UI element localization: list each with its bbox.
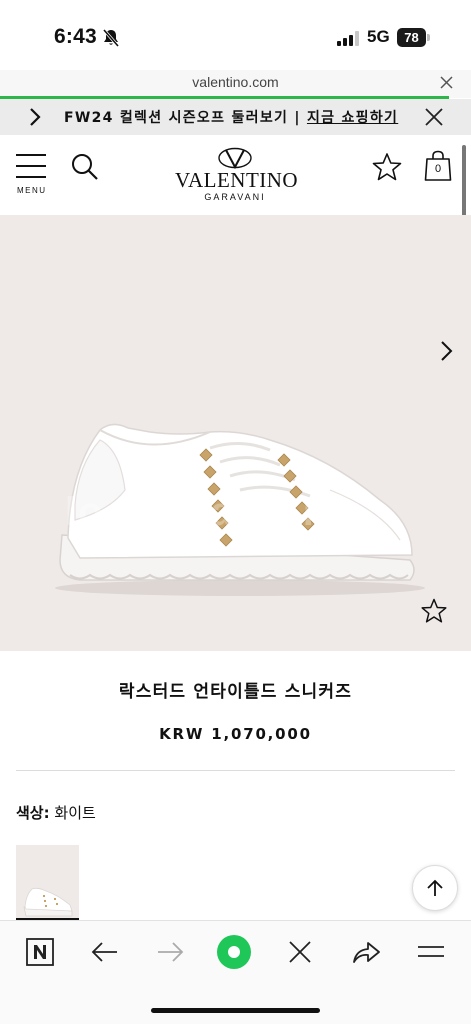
network-label: 5G: [367, 27, 390, 46]
status-time: 6:43: [54, 25, 97, 48]
menu-label: MENU: [17, 186, 47, 195]
color-swatch-white[interactable]: [16, 845, 79, 920]
color-row: 색상: 화이트: [16, 802, 96, 823]
record-icon[interactable]: [216, 934, 252, 970]
divider: [16, 770, 455, 771]
star-icon[interactable]: [421, 598, 447, 624]
menu-button[interactable]: MENU: [16, 152, 48, 198]
hamburger-icon[interactable]: [413, 934, 449, 970]
logo-main: VALENTINO: [175, 168, 299, 192]
chevron-right-icon[interactable]: [28, 107, 42, 127]
back-arrow-icon[interactable]: [87, 934, 123, 970]
battery-icon: 78: [397, 28, 431, 47]
promo-text: FW24 컬렉션 시즌오프 둘러보기 | 지금 쇼핑하기: [64, 107, 398, 127]
promo-shop-link[interactable]: 지금 쇼핑하기: [307, 110, 398, 126]
home-indicator[interactable]: [151, 1008, 320, 1013]
url-text[interactable]: valentino.com: [0, 74, 471, 90]
menu-icon-bar: [16, 176, 46, 178]
valentino-logo[interactable]: VALENTINO GARAVANI: [175, 147, 299, 205]
color-label: 색상:: [16, 804, 50, 822]
sneaker-thumbnail: [23, 887, 73, 917]
close-icon[interactable]: [282, 934, 318, 970]
product-name: 락스터드 언타이틀드 스니커즈: [118, 682, 353, 702]
product-image[interactable]: loongbang-ra: [0, 215, 471, 651]
promo-text-prefix: FW24 컬렉션 시즌오프 둘러보기 |: [64, 110, 307, 126]
close-icon[interactable]: [425, 108, 443, 126]
search-icon[interactable]: [70, 152, 100, 182]
chevron-right-icon[interactable]: [438, 339, 454, 363]
share-icon[interactable]: [348, 934, 384, 970]
battery-level: 78: [397, 28, 426, 47]
bag-button[interactable]: 0: [424, 150, 452, 182]
scroll-to-top-button[interactable]: [412, 865, 458, 911]
v-logo-icon: [218, 147, 252, 169]
logo-sub: GARAVANI: [204, 192, 266, 202]
forward-arrow-icon[interactable]: [152, 934, 188, 970]
url-bar[interactable]: valentino.com: [0, 70, 471, 98]
battery-tip: [427, 34, 430, 41]
close-icon[interactable]: [440, 76, 453, 89]
site-header: MENU VALENTINO GARAVANI 0: [0, 135, 471, 215]
menu-icon-bar: [16, 165, 46, 167]
star-icon[interactable]: [372, 152, 402, 182]
arrow-up-icon: [427, 879, 443, 896]
color-value: 화이트: [54, 804, 96, 822]
promo-banner[interactable]: FW24 컬렉션 시즌오프 둘러보기 | 지금 쇼핑하기: [0, 99, 471, 135]
product-price: KRW 1,070,000: [159, 725, 312, 743]
naver-icon[interactable]: [22, 934, 58, 970]
signal-icon: [337, 31, 359, 46]
status-bar: 6:43 5G 78: [0, 0, 471, 70]
menu-icon: [16, 154, 46, 156]
bell-off-icon: [102, 29, 120, 47]
image-watermark: loongbang-ra: [65, 490, 345, 534]
bag-count: 0: [434, 163, 442, 175]
